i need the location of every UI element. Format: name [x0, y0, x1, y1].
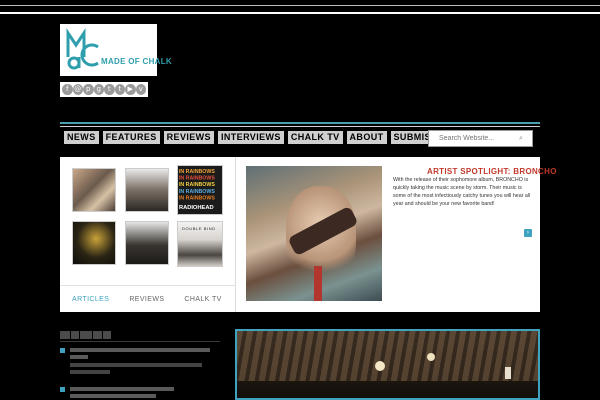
album-line-4: IN RAINBOWS: [179, 189, 215, 195]
thumbnail-4[interactable]: [72, 221, 116, 265]
spotlight-title[interactable]: ARTIST SPOTLIGHT: BRONCHO: [427, 167, 557, 176]
sidebar-rule: [60, 341, 220, 342]
tab-reviews[interactable]: REVIEWS: [129, 296, 164, 303]
featured-photo[interactable]: [235, 329, 540, 400]
bullet-icon: [60, 387, 65, 392]
featured-panel: IN RAINBOWS IN RAINBOWS IN RAINBOWS IN R…: [60, 157, 556, 312]
twitter-icon[interactable]: t: [114, 84, 125, 95]
list-item[interactable]: [60, 347, 220, 377]
thumbnail-6[interactable]: DOUBLE BIND: [177, 221, 223, 267]
thumbnail-6-label: DOUBLE BIND: [182, 226, 216, 231]
thumbnail-1[interactable]: [72, 168, 116, 212]
logo-text: MADE OF CHALK: [101, 57, 173, 66]
nav-item-reviews[interactable]: REVIEWS: [163, 131, 214, 144]
search-icon[interactable]: ⌕: [519, 134, 523, 143]
thumbnail-5[interactable]: [125, 221, 169, 265]
sidebar-heading: [60, 331, 111, 339]
next-arrow-icon[interactable]: ›: [524, 229, 532, 237]
main-nav: NEWS FEATURES REVIEWS INTERVIEWS CHALK T…: [64, 131, 464, 144]
content-tabs: ARTICLES REVIEWS CHALK TV: [60, 285, 236, 312]
top-rule: [0, 5, 600, 6]
album-cover-art: IN RAINBOWS IN RAINBOWS IN RAINBOWS IN R…: [179, 169, 215, 211]
tab-articles[interactable]: ARTICLES: [72, 296, 109, 303]
social-icons: f @ p g t t ▶ v: [60, 82, 148, 97]
album-line-3: IN RAINBOWS: [179, 182, 215, 188]
site-logo[interactable]: MADE OF CHALK: [60, 24, 172, 76]
logo-mark-icon: [66, 28, 99, 70]
tumblr-icon[interactable]: t: [104, 84, 115, 95]
nav-item-news[interactable]: NEWS: [64, 131, 99, 144]
album-line-2: IN RAINBOWS: [179, 175, 215, 181]
thumbnail-3[interactable]: IN RAINBOWS IN RAINBOWS IN RAINBOWS IN R…: [177, 165, 223, 215]
spotlight-text: With the release of their sophomore albu…: [393, 177, 531, 207]
spotlight-image[interactable]: [246, 166, 382, 301]
search-input[interactable]: [429, 131, 519, 146]
tab-chalk-tv[interactable]: CHALK TV: [184, 296, 221, 303]
top-rule-thick: [0, 12, 600, 14]
thumbnail-2[interactable]: [125, 168, 169, 212]
facebook-icon[interactable]: f: [62, 84, 73, 95]
nav-item-features[interactable]: FEATURES: [102, 131, 160, 144]
nav-rule: [60, 126, 540, 127]
search-box: ⌕: [428, 130, 533, 147]
google-plus-icon[interactable]: g: [93, 84, 104, 95]
list-item[interactable]: [60, 386, 220, 400]
nav-item-about[interactable]: ABOUT: [346, 131, 387, 144]
thumbnail-grid: IN RAINBOWS IN RAINBOWS IN RAINBOWS IN R…: [60, 157, 236, 312]
nav-item-chalk-tv[interactable]: CHALK TV: [287, 131, 343, 144]
album-line-1: IN RAINBOWS: [179, 169, 215, 175]
nav-item-interviews[interactable]: INTERVIEWS: [217, 131, 284, 144]
youtube-icon[interactable]: ▶: [125, 84, 136, 95]
bullet-icon: [60, 348, 65, 353]
pinterest-icon[interactable]: p: [83, 84, 94, 95]
album-line-5: IN RAINBOWS: [179, 196, 215, 202]
vimeo-icon[interactable]: v: [135, 84, 146, 95]
email-icon[interactable]: @: [72, 84, 83, 95]
album-line-6: RADIOHEAD: [179, 205, 214, 211]
nav-rule-accent: [60, 122, 540, 124]
